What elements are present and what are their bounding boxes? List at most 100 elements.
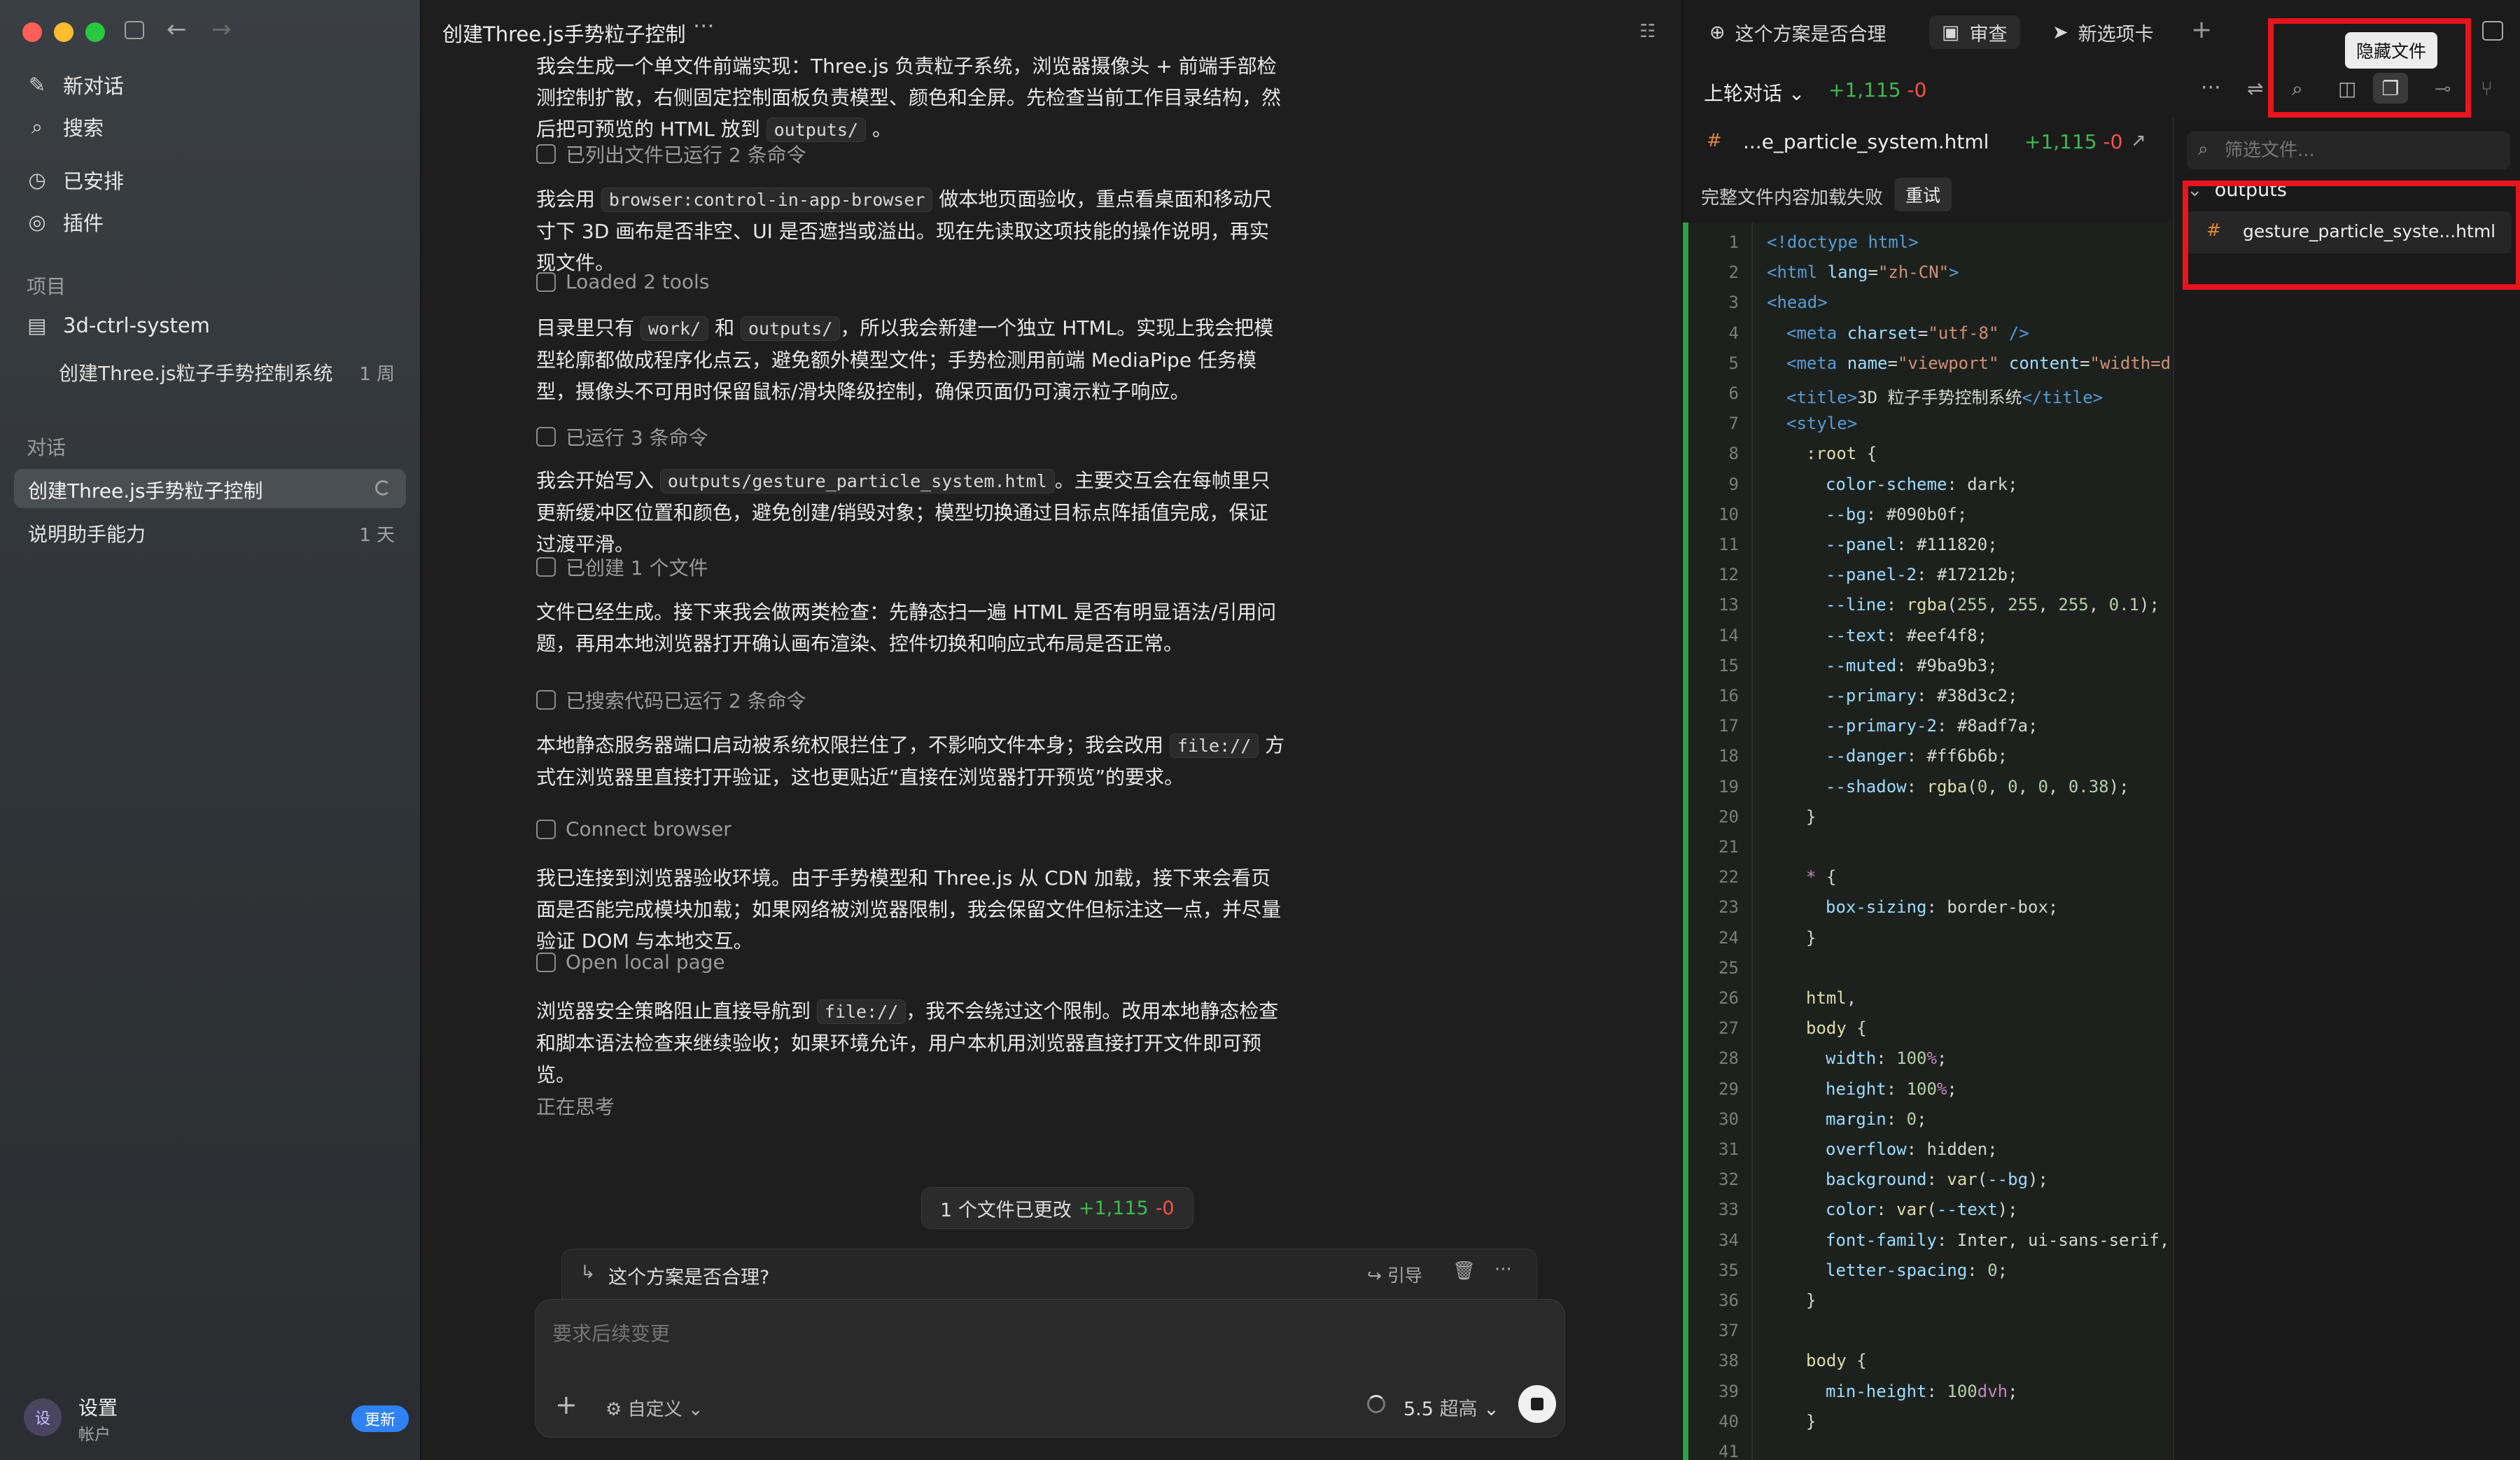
plugins-label: 插件 bbox=[63, 211, 104, 235]
code-line: body { bbox=[1806, 1018, 1867, 1039]
branch-icon[interactable]: ⑂ bbox=[2481, 77, 2493, 100]
line-number: 22 bbox=[1718, 867, 1739, 887]
code-line: html, bbox=[1806, 988, 1857, 1008]
tab-new[interactable]: ➤ 新选项卡 bbox=[2040, 15, 2166, 49]
thread-item[interactable]: 说明助手能力 bbox=[28, 519, 146, 547]
tool-status-row[interactable]: Loaded 2 tools bbox=[536, 270, 709, 293]
line-number: 9 bbox=[1728, 474, 1739, 494]
message-text: 。 bbox=[866, 118, 892, 141]
mode-selector[interactable]: ⚙ 自定义 ⌄ bbox=[606, 1395, 704, 1421]
code-line: --muted: #9ba9b3; bbox=[1826, 655, 1998, 675]
more-actions-icon[interactable]: ··· bbox=[2201, 76, 2221, 100]
stop-button[interactable] bbox=[1518, 1385, 1556, 1423]
tool-status-row[interactable]: 已创建 1 个文件 bbox=[536, 553, 708, 581]
inline-code: outputs/ bbox=[766, 118, 867, 142]
tool-status-row[interactable]: Open local page bbox=[536, 950, 725, 974]
project-item[interactable]: ▤ 3d-ctrl-system bbox=[27, 314, 210, 337]
tab-review[interactable]: ▣ 审查 bbox=[1929, 15, 2020, 49]
line-number: 7 bbox=[1728, 414, 1739, 434]
filter-settings-icon[interactable]: ⇌ bbox=[2247, 77, 2263, 100]
code-line: } bbox=[1806, 1291, 1816, 1310]
tool-status-row[interactable]: 已列出文件已运行 2 条命令 bbox=[536, 140, 806, 168]
line-number: 17 bbox=[1718, 716, 1739, 736]
more-icon[interactable]: ··· bbox=[1494, 1259, 1512, 1280]
panel-toggle-icon[interactable] bbox=[2482, 21, 2503, 41]
tool-status-row[interactable]: Connect browser bbox=[536, 817, 732, 841]
line-number: 8 bbox=[1728, 444, 1739, 464]
filter-input[interactable] bbox=[2223, 136, 2506, 165]
forward-arrow-icon[interactable]: → bbox=[211, 15, 232, 43]
terminal-icon bbox=[536, 272, 556, 292]
more-options-icon[interactable]: ··· bbox=[693, 13, 715, 39]
model-selector[interactable]: 5.5 超高 ⌄ bbox=[1404, 1394, 1499, 1421]
line-number: 32 bbox=[1718, 1170, 1739, 1190]
project-thread[interactable]: 创建Three.js粒子手势控制系统 bbox=[59, 358, 332, 386]
terminal-icon bbox=[536, 427, 556, 447]
delete-icon[interactable]: 🗑 bbox=[1452, 1261, 1476, 1282]
terminal-icon bbox=[536, 952, 556, 972]
changes-pill[interactable]: 1 个文件已更改 +1,115 -0 bbox=[921, 1187, 1194, 1229]
update-badge[interactable]: 更新 bbox=[351, 1405, 409, 1432]
sidebar-toggle-icon[interactable] bbox=[125, 21, 144, 39]
file-hash-icon: # bbox=[1707, 130, 1722, 151]
status-label: Open local page bbox=[566, 950, 725, 974]
terminal-icon bbox=[536, 690, 556, 710]
compose-icon: ✎ bbox=[28, 73, 46, 97]
close-window-button[interactable] bbox=[22, 22, 42, 42]
file-header: # ...e_particle_system.html +1,115 -0 ↗ bbox=[1683, 123, 2173, 165]
mode-label: 自定义 bbox=[627, 1399, 682, 1420]
tool-status-row[interactable]: 已搜索代码已运行 2 条命令 bbox=[536, 686, 806, 714]
line-number: 5 bbox=[1728, 353, 1739, 373]
avatar[interactable]: 设 bbox=[24, 1398, 62, 1436]
line-number: 36 bbox=[1718, 1291, 1739, 1310]
tab-label: 审查 bbox=[1969, 23, 2008, 45]
queued-message: ↳ 这个方案是否合理? ↪ 引导 🗑 ··· bbox=[561, 1249, 1537, 1300]
zoom-window-button[interactable] bbox=[85, 22, 105, 42]
guide-button[interactable]: ↪ 引导 bbox=[1367, 1262, 1422, 1287]
composer-input[interactable] bbox=[551, 1315, 1548, 1352]
file-added: +1,115 bbox=[2024, 130, 2097, 153]
new-chat-item[interactable]: ✎ 新对话 bbox=[27, 70, 124, 99]
line-number: 21 bbox=[1718, 837, 1739, 857]
status-label: 已创建 1 个文件 bbox=[566, 556, 708, 580]
tab-label: 新选项卡 bbox=[2078, 23, 2154, 45]
plugins-item[interactable]: ◎ 插件 bbox=[27, 207, 104, 237]
assistant-message: 浏览器安全策略阻止直接导航到 file://，我不会绕过这个限制。改用本地静态检… bbox=[536, 995, 1285, 1090]
thread-label: 创建Three.js手势粒子控制 bbox=[28, 479, 263, 503]
code-line: --panel: #111820; bbox=[1826, 535, 1998, 554]
search-item[interactable]: ⌕ 搜索 bbox=[27, 112, 104, 141]
code-line: color-scheme: dark; bbox=[1826, 474, 2018, 494]
scope-selector[interactable]: 上轮对话 ⌄ bbox=[1704, 78, 1805, 106]
layout-toggle-icon[interactable]: ☷ bbox=[1639, 21, 1656, 42]
add-attachment-icon[interactable]: + bbox=[555, 1389, 578, 1420]
open-external-icon[interactable]: ↗ bbox=[2131, 130, 2146, 151]
load-error: 完整文件内容加载失败 bbox=[1701, 188, 1884, 209]
status-label: Loaded 2 tools bbox=[566, 270, 710, 293]
thread-item-active[interactable]: 创建Three.js手势粒子控制 bbox=[14, 469, 406, 508]
scheduled-item[interactable]: ◷ 已安排 bbox=[27, 165, 124, 195]
review-panel: ⊕ 这个方案是否合理 ▣ 审查 ➤ 新选项卡 + 隐藏文件 上轮对话 ⌄ +1,115… bbox=[1681, 0, 2520, 1460]
tab-question[interactable]: ⊕ 这个方案是否合理 bbox=[1697, 15, 1899, 49]
line-number: 41 bbox=[1718, 1442, 1739, 1460]
settings-label[interactable]: 设置 bbox=[78, 1393, 118, 1421]
code-line: color: var(--text); bbox=[1826, 1200, 2018, 1220]
inline-code: browser:control-in-app-browser bbox=[601, 188, 933, 212]
retry-button[interactable]: 重试 bbox=[1894, 178, 1952, 211]
message-text: 目录里只有 bbox=[536, 316, 640, 339]
back-arrow-icon[interactable]: ← bbox=[167, 15, 187, 43]
file-removed: -0 bbox=[2103, 130, 2123, 153]
assistant-message: 文件已经生成。接下来我会做两类检查：先静态扫一遍 HTML 是否有明显语法/引用… bbox=[536, 596, 1285, 659]
avatar-initial: 设 bbox=[34, 1410, 50, 1428]
inline-code: work/ bbox=[640, 316, 709, 341]
add-tab-icon[interactable]: + bbox=[2191, 15, 2212, 44]
removed-count: -0 bbox=[1155, 1197, 1175, 1219]
line-number: 19 bbox=[1718, 776, 1739, 796]
status-label: 已搜索代码已运行 2 条命令 bbox=[566, 689, 806, 713]
scope-label: 上轮对话 bbox=[1704, 82, 1783, 105]
tool-status-row[interactable]: 已运行 3 条命令 bbox=[536, 423, 708, 451]
assistant-message: 目录里只有 work/ 和 outputs/，所以我会新建一个独立 HTML。实… bbox=[536, 312, 1285, 407]
queued-text: 这个方案是否合理? bbox=[608, 1267, 770, 1289]
minimize-window-button[interactable] bbox=[54, 22, 74, 42]
composer: + ⚙ 自定义 ⌄ 5.5 超高 ⌄ bbox=[535, 1299, 1565, 1438]
file-tree: ⌕ ⌄ outputs # gesture_particle_syste...h… bbox=[2173, 118, 2520, 1460]
